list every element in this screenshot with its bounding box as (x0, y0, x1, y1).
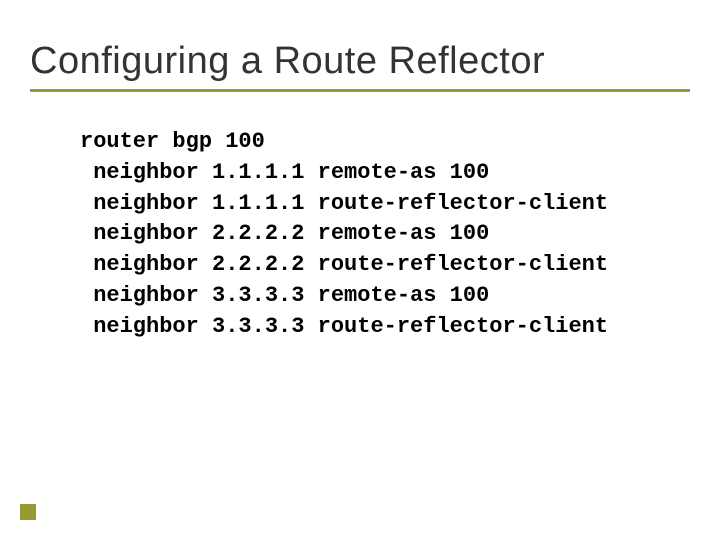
code-line-2: neighbor 1.1.1.1 remote-as 100 (80, 158, 690, 189)
title-container: Configuring a Route Reflector (30, 40, 690, 92)
code-line-5: neighbor 2.2.2.2 route-reflector-client (80, 250, 690, 281)
slide-content: Configuring a Route Reflector router bgp… (0, 0, 720, 540)
decoration-square (20, 504, 36, 520)
title-underline (30, 89, 690, 92)
code-line-6: neighbor 3.3.3.3 remote-as 100 (80, 281, 690, 312)
code-line-7: neighbor 3.3.3.3 route-reflector-client (80, 312, 690, 343)
code-line-1: router bgp 100 (80, 127, 690, 158)
slide-title: Configuring a Route Reflector (30, 40, 690, 83)
code-line-3: neighbor 1.1.1.1 route-reflector-client (80, 189, 690, 220)
code-block: router bgp 100 neighbor 1.1.1.1 remote-a… (30, 127, 690, 343)
code-line-4: neighbor 2.2.2.2 remote-as 100 (80, 219, 690, 250)
